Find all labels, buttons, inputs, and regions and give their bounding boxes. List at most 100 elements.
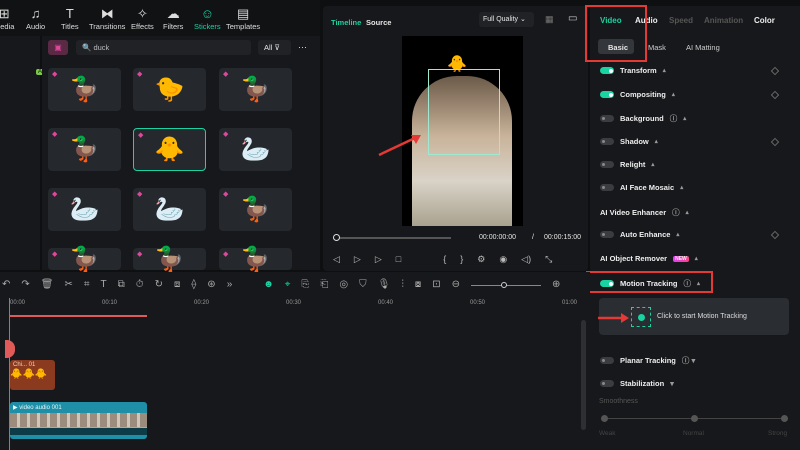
text-icon[interactable]: T (101, 279, 107, 290)
sticker-tile[interactable]: ◆ 🦢 (219, 128, 292, 171)
stop-icon[interactable]: □ (396, 254, 401, 265)
toggle[interactable] (600, 138, 614, 145)
zoom-slider[interactable] (471, 282, 542, 288)
tab-color[interactable]: Color (754, 16, 775, 25)
chevron-up-icon[interactable]: ▴ (683, 115, 686, 122)
sticker-tile[interactable]: ◆ 🦆 (133, 246, 206, 273)
chevron-up-icon[interactable]: ▴ (663, 67, 666, 74)
mark-in-icon[interactable]: { (443, 254, 446, 265)
nav-transitions[interactable]: ⧓ Transitions (89, 6, 125, 31)
selection-box[interactable] (428, 69, 500, 155)
mic-icon[interactable]: 🎙 (378, 279, 391, 290)
sticker-tile[interactable]: ◆ 🦆 (219, 68, 292, 111)
sticker-clip[interactable]: Chi... 01 🐥🐥🐥 (10, 360, 55, 390)
background-row[interactable]: Background ⓘ ▴ (600, 113, 686, 124)
nav-audio[interactable]: ♫ Audio (26, 6, 45, 31)
help-icon[interactable]: ⓘ ▾ (682, 355, 695, 366)
tab-source[interactable]: Source (366, 18, 391, 27)
nav-titles[interactable]: T Titles (61, 6, 79, 31)
duplicate-icon[interactable]: ⧉ (118, 279, 125, 290)
sticker-tile[interactable]: ◆ 🦢 (48, 188, 121, 231)
toggle[interactable] (600, 161, 614, 168)
timeline-scrollbar[interactable] (581, 320, 586, 430)
stabilization-row[interactable]: Stabilization ▾ (600, 379, 674, 388)
grid-icon[interactable]: ▦ (545, 14, 554, 25)
more-button[interactable]: ··· (298, 42, 307, 52)
auto-sync-icon[interactable]: ◎ (339, 279, 348, 290)
more-tools-icon[interactable]: » (227, 279, 233, 290)
planar-toggle[interactable] (600, 357, 614, 364)
chevron-up-icon[interactable]: ▴ (680, 184, 683, 191)
toggle[interactable] (600, 67, 614, 74)
playback-progress[interactable] (333, 234, 451, 241)
sticker-tile[interactable]: ◆ 🦢 (133, 188, 206, 231)
undo-icon[interactable]: ↶ (2, 279, 10, 290)
zoom-in-icon[interactable]: ⊕ (552, 279, 560, 290)
replace-icon[interactable]: ⎗ (320, 279, 328, 290)
ai-edit-icon[interactable]: ⊛ (207, 279, 215, 290)
smoothness-slider[interactable] (601, 415, 788, 422)
snapshot-icon[interactable]: ◉ (499, 254, 507, 265)
zoom-out-icon[interactable]: ⊖ (452, 279, 460, 290)
ai-face-icon[interactable]: ☻ (263, 279, 274, 290)
sticker-tile[interactable]: ◆ 🦆 (48, 68, 121, 111)
auto-enhance-row[interactable]: Auto Enhance ▴ (600, 230, 679, 239)
toggle[interactable] (600, 115, 614, 122)
toggle[interactable] (600, 184, 614, 191)
prev-frame-icon[interactable]: ◁ (333, 254, 340, 265)
sticker-tile[interactable]: ◆ 🦆 (48, 128, 121, 171)
pip-icon[interactable]: ⧇ (415, 279, 421, 290)
video-clip[interactable]: ▶ video audio 001 (10, 402, 147, 439)
fullscreen-icon[interactable]: ⤡ (545, 254, 552, 265)
transform-row[interactable]: Transform ▴ (600, 66, 666, 75)
nav-media[interactable]: ⊞Media (0, 6, 14, 31)
delete-icon[interactable]: 🗑 (41, 279, 54, 290)
cut-icon[interactable]: ✂ (64, 279, 72, 290)
toggle[interactable] (600, 231, 614, 238)
keyframe-icon[interactable]: ⟠ (191, 279, 196, 290)
nav-effects[interactable]: ✧ Effects (131, 6, 154, 31)
nav-stickers[interactable]: ☺ Stickers (194, 6, 221, 31)
planar-tracking-row[interactable]: Planar Tracking ⓘ ▾ (600, 355, 695, 366)
scope-icon[interactable]: ▭ (568, 13, 577, 24)
compositing-row[interactable]: Compositing ▴ (600, 90, 675, 99)
crop-icon[interactable]: ⌗ (84, 279, 90, 290)
mixer-icon[interactable]: ⫶ (401, 279, 404, 290)
chevron-up-icon[interactable]: ▴ (676, 231, 679, 238)
toggle[interactable] (600, 91, 614, 98)
play-icon[interactable]: ▷ (375, 254, 382, 265)
volume-icon[interactable]: ◁) (521, 254, 531, 265)
freeze-icon[interactable]: ⧈ (174, 279, 180, 290)
sticker-folder-icon[interactable]: ▣ (48, 40, 68, 55)
relight-row[interactable]: Relight ▴ (600, 160, 654, 169)
quality-dropdown[interactable]: Full Quality ⌄ (479, 12, 534, 27)
nav-templates[interactable]: ▤ Templates (226, 6, 260, 31)
loop-icon[interactable]: ↻ (155, 279, 163, 290)
subtab-mask[interactable]: Mask (648, 43, 666, 52)
chevron-up-icon[interactable]: ▴ (651, 161, 654, 168)
filter-dropdown[interactable]: All ⊽ (258, 40, 291, 55)
play-slow-icon[interactable]: ▷ (354, 254, 361, 265)
tab-timeline[interactable]: Timeline (331, 18, 361, 27)
tab-animation[interactable]: Animation (704, 16, 743, 25)
sticker-tile[interactable]: ◆ 🦆 (48, 246, 121, 273)
help-icon[interactable]: ⓘ (672, 207, 680, 218)
shield-icon[interactable]: ⛉ (359, 279, 367, 290)
chevron-up-icon[interactable]: ▴ (695, 255, 698, 262)
sticker-search-input[interactable]: 🔍 duck (76, 40, 251, 55)
tab-speed[interactable]: Speed (669, 16, 693, 25)
sticker-tile[interactable]: ◆ 🦆 (219, 246, 292, 273)
shadow-row[interactable]: Shadow ▴ (600, 137, 658, 146)
help-icon[interactable]: ⓘ (670, 113, 678, 124)
subtab-ai-matting[interactable]: AI Matting (686, 43, 720, 52)
sticker-tile[interactable]: ◆ 🐥 (133, 128, 206, 171)
ai-object-remover-row[interactable]: AI Object Remover NEW ▴ (600, 254, 698, 263)
sticker-tile[interactable]: ◆ 🦆 (219, 188, 292, 231)
ai-video-enhancer-row[interactable]: AI Video Enhancer ⓘ ▴ (600, 207, 689, 218)
nav-filters[interactable]: ☁ Filters (163, 6, 183, 31)
sticker-tile[interactable]: ◆ 🐤 (133, 68, 206, 111)
chevron-up-icon[interactable]: ▴ (672, 91, 675, 98)
mark-out-icon[interactable]: } (460, 254, 463, 265)
redo-icon[interactable]: ↷ (21, 279, 29, 290)
render-icon[interactable]: ⚙ (477, 254, 485, 265)
